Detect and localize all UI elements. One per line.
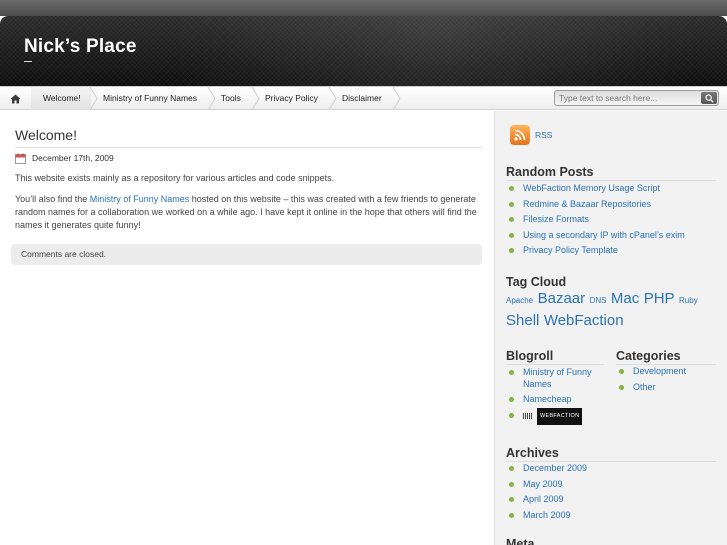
nav-item-disclaimer[interactable]: Disclaimer: [330, 87, 394, 110]
random-post-label: Privacy Policy Template: [523, 245, 618, 255]
tag-ruby[interactable]: Ruby: [679, 296, 698, 305]
bullet-icon: [509, 186, 514, 191]
search-input[interactable]: [557, 91, 697, 105]
random-post-label: Redmine & Bazaar Repositories: [523, 198, 652, 209]
bullet-icon: [509, 248, 514, 253]
webfaction-logo-icon: [523, 413, 533, 420]
archives-list: December 2009 May 2009 April 2009 March …: [506, 461, 721, 523]
bullet-icon: [509, 397, 514, 402]
blogroll-item-webfaction-badge[interactable]: WEBFACTION: [506, 407, 606, 425]
bullet-icon: [509, 412, 514, 418]
webfaction-badge-text: WEBFACTION: [537, 407, 583, 425]
bullet-icon: [619, 369, 624, 374]
bullet-icon: [509, 466, 514, 471]
blogroll-item[interactable]: Namecheap: [506, 392, 606, 408]
nav-separator: [392, 87, 401, 110]
random-post-item[interactable]: Filesize Formats: [506, 212, 721, 228]
post-date: December 17th, 2009: [32, 153, 114, 163]
random-post-label: WebFaction Memory Usage Script: [523, 183, 660, 193]
random-posts-title: Random Posts: [506, 165, 594, 179]
random-post-label: Filesize Formats: [523, 214, 590, 224]
post-title-divider: [15, 147, 482, 148]
nav-item-privacy-policy[interactable]: Privacy Policy: [253, 87, 330, 110]
top-strip: [0, 0, 727, 16]
category-label: Development: [633, 366, 687, 376]
nav-item-label: Tools: [221, 93, 241, 103]
bullet-icon: [509, 217, 514, 222]
nav-home[interactable]: [0, 87, 30, 110]
main-content: Welcome! December 17th, 2009 This websit…: [0, 111, 494, 545]
comments-closed-notice: Comments are closed.: [11, 244, 482, 265]
nav-item-ministry-of-funny-names[interactable]: Ministry of Funny Names: [91, 87, 209, 110]
tag-mac[interactable]: Mac: [611, 290, 639, 307]
blogroll-label: Namecheap: [523, 394, 572, 404]
category-item[interactable]: Development: [616, 364, 721, 380]
random-posts-list: WebFaction Memory Usage Script Redmine &…: [506, 181, 721, 259]
bullet-icon: [509, 232, 514, 238]
archive-label: March 2009: [523, 509, 571, 520]
tag-shell[interactable]: Shell: [506, 312, 539, 329]
magnifier-icon: [704, 93, 714, 103]
blogroll-list: Ministry of Funny Names Namecheap WEBFAC…: [506, 364, 606, 425]
nav-item-welcome[interactable]: Welcome!: [31, 87, 91, 110]
rss-icon: [510, 125, 530, 145]
meta-title: Meta: [506, 537, 535, 545]
category-item[interactable]: Other: [616, 380, 721, 396]
categories-list: Development Other: [616, 364, 721, 395]
bullet-icon: [509, 481, 514, 487]
archive-item[interactable]: March 2009: [506, 508, 721, 524]
post-paragraph-1: This website exists mainly as a reposito…: [15, 173, 335, 183]
tag-webfaction[interactable]: WebFaction: [544, 312, 624, 329]
rss-link[interactable]: RSS: [510, 125, 552, 145]
archive-item[interactable]: December 2009: [506, 461, 721, 477]
sidebar: RSS Random Posts WebFaction Memory Usage…: [494, 111, 727, 545]
random-post-item[interactable]: WebFaction Memory Usage Script: [506, 181, 721, 197]
bullet-icon: [509, 201, 514, 207]
search-box: [554, 90, 719, 106]
bullet-icon: [509, 512, 514, 518]
nav-item-label: Welcome!: [43, 93, 81, 103]
nav-item-tools[interactable]: Tools: [209, 87, 253, 110]
rss-label: RSS: [535, 130, 553, 140]
tag-cloud: Apache Bazaar DNS Mac PHP Ruby Shell Web…: [506, 289, 716, 331]
random-post-item[interactable]: Privacy Policy Template: [506, 243, 721, 259]
archives-title: Archives: [506, 446, 559, 460]
site-header: Nick’s Place: [0, 16, 727, 86]
archive-label: May 2009: [523, 478, 563, 489]
site-title-link[interactable]: Nick’s Place: [24, 36, 137, 62]
tag-dns[interactable]: DNS: [590, 296, 607, 305]
tag-php[interactable]: PHP: [644, 290, 675, 307]
calendar-icon: [15, 153, 26, 164]
bullet-icon: [509, 497, 514, 502]
random-post-label: Using a secondary IP with cPanel’s exim: [523, 229, 685, 240]
post-date-row: December 17th, 2009: [15, 151, 114, 165]
ministry-of-funny-names-link[interactable]: Ministry of Funny Names: [90, 194, 190, 204]
post-body: This website exists mainly as a reposito…: [15, 172, 485, 240]
category-label: Other: [633, 381, 656, 392]
nav-item-label: Privacy Policy: [265, 93, 318, 103]
post-paragraph-2: You’ll also find the Ministry of Funny N…: [15, 193, 485, 232]
tag-cloud-title: Tag Cloud: [506, 275, 567, 289]
blogroll-item[interactable]: Ministry of Funny Names: [506, 364, 606, 392]
random-post-item[interactable]: Using a secondary IP with cPanel’s exim: [506, 228, 721, 244]
bullet-icon: [509, 370, 514, 375]
archive-item[interactable]: May 2009: [506, 477, 721, 493]
archive-item[interactable]: April 2009: [506, 492, 721, 508]
blogroll-title: Blogroll: [506, 349, 554, 363]
categories-title: Categories: [616, 349, 681, 363]
home-icon: [10, 94, 20, 103]
nav-item-label: Disclaimer: [342, 93, 382, 103]
nav-item-label: Ministry of Funny Names: [103, 93, 197, 103]
tag-bazaar[interactable]: Bazaar: [538, 290, 586, 307]
main-nav: Welcome! Ministry of Funny Names Tools P…: [0, 86, 727, 110]
archive-label: April 2009: [523, 494, 564, 504]
random-post-item[interactable]: Redmine & Bazaar Repositories: [506, 197, 721, 213]
search-button[interactable]: [701, 92, 717, 104]
post-paragraph-2-text-start: You’ll also find the: [15, 194, 90, 204]
post-title[interactable]: Welcome!: [15, 127, 77, 143]
tag-apache[interactable]: Apache: [506, 296, 533, 305]
blogroll-label: Ministry of Funny Names: [523, 367, 592, 389]
bullet-icon: [619, 384, 624, 390]
archive-label: December 2009: [523, 463, 588, 473]
